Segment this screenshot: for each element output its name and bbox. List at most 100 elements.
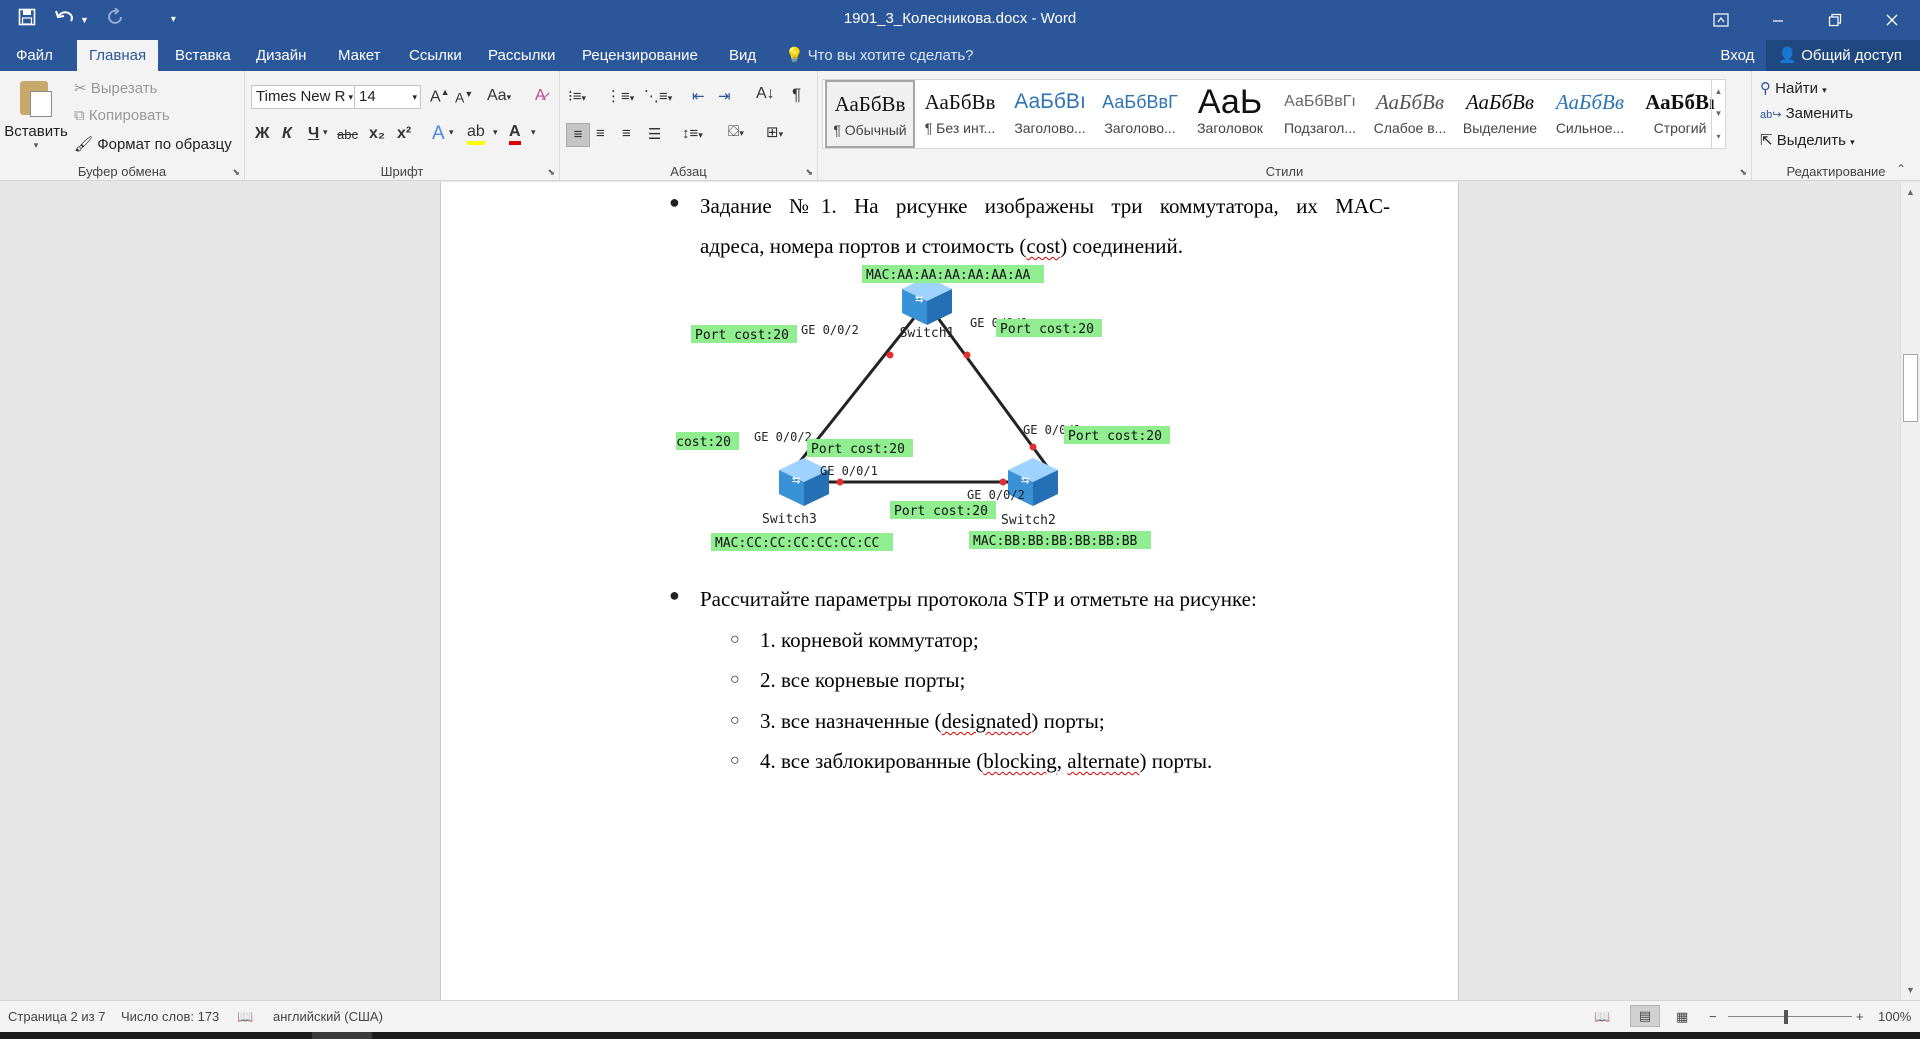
line-spacing-icon[interactable]: ↕≡▾	[682, 125, 703, 142]
tab-layout[interactable]: Макет	[326, 40, 392, 71]
share-button[interactable]: 👤 Общий доступ	[1766, 40, 1920, 71]
font-size-box[interactable]: 14 ▾	[354, 85, 421, 109]
svg-text:⇆: ⇆	[1021, 472, 1029, 488]
dialog-launcher-icon[interactable]: ⬊	[547, 167, 555, 178]
collapse-ribbon-icon[interactable]: ⌃	[1896, 162, 1906, 176]
more-icon[interactable]: ▾	[1716, 132, 1720, 141]
paste-button[interactable]: Вставить ▾	[4, 77, 68, 151]
scroll-down-icon[interactable]: ▼	[1901, 982, 1920, 998]
scroll-up-icon[interactable]: ▲	[1901, 184, 1920, 200]
zoom-level[interactable]: 100%	[1878, 1009, 1911, 1024]
dialog-launcher-icon[interactable]: ⬊	[1739, 167, 1747, 178]
chevron-down-icon[interactable]: ▾	[323, 127, 328, 138]
minimize-icon[interactable]	[1749, 0, 1806, 40]
decrease-indent-icon[interactable]: ⇤	[692, 87, 705, 105]
dialog-launcher-icon[interactable]: ⬊	[232, 167, 240, 178]
clear-formatting-icon[interactable]: A̷	[535, 87, 546, 105]
page-count[interactable]: Страница 2 из 7	[8, 1009, 105, 1024]
zoom-in-icon[interactable]: +	[1856, 1009, 1864, 1024]
ribbon-display-icon[interactable]	[1692, 0, 1749, 40]
align-left-icon[interactable]: ≡	[566, 123, 590, 147]
zoom-slider-track[interactable]	[1728, 1016, 1852, 1017]
word-count[interactable]: Число слов: 173	[121, 1009, 219, 1024]
align-center-icon[interactable]: ≡	[596, 125, 605, 142]
bold-button[interactable]: Ж	[255, 125, 269, 143]
cost-s2-left: Port cost:20	[894, 504, 988, 519]
grow-font-button[interactable]: A▲	[430, 87, 450, 106]
font-color-button[interactable]: A	[509, 123, 521, 145]
sign-in-link[interactable]: Вход	[1708, 47, 1766, 64]
zoom-out-icon[interactable]: −	[1709, 1009, 1717, 1024]
style-emphasis[interactable]: АаБбВв Выделение	[1455, 80, 1545, 148]
tab-mailings[interactable]: Рассылки	[476, 40, 567, 71]
style-heading1[interactable]: АаБбВı Заголово...	[1005, 80, 1095, 148]
tab-home[interactable]: Главная	[77, 40, 159, 71]
superscript-button[interactable]: x²	[397, 125, 411, 143]
sort-icon[interactable]: A↓	[756, 85, 775, 103]
align-right-icon[interactable]: ≡	[622, 125, 631, 142]
highlight-icon[interactable]: ab	[467, 123, 485, 145]
chevron-down-icon[interactable]: ▾	[493, 127, 498, 138]
proofing-icon[interactable]: 📖	[237, 1009, 253, 1025]
style-title[interactable]: АаЬ Заголовок	[1185, 80, 1275, 148]
dialog-launcher-icon[interactable]: ⬊	[805, 167, 813, 178]
chevron-down-icon[interactable]: ▼	[1715, 109, 1723, 118]
tab-file[interactable]: Файл	[4, 40, 65, 71]
window-title: 1901_3_Колесникова.docx - Word	[843, 10, 1077, 27]
styles-gallery: АаБбВв ¶ Обычный АаБбВв ¶ Без инт... АаБбВ…	[822, 79, 1726, 149]
tab-design[interactable]: Дизайн	[244, 40, 318, 71]
chevron-down-icon: ▾	[33, 140, 39, 150]
tab-review[interactable]: Рецензирование	[570, 40, 710, 71]
document-page[interactable]: ● Задание №1. На рисунке изображены три …	[440, 182, 1459, 1000]
chevron-down-icon[interactable]: ▾	[449, 127, 454, 138]
text-effects-button[interactable]: A	[432, 123, 445, 145]
switch3-mac: MAC:CC:CC:CC:CC:CC:CC	[715, 536, 879, 551]
print-layout-icon[interactable]: ▤	[1630, 1005, 1660, 1027]
bullets-icon[interactable]: ⁝≡▾	[568, 87, 586, 105]
increase-indent-icon[interactable]: ⇥	[718, 87, 731, 105]
styles-group-label: Стили	[1265, 164, 1304, 179]
select-button[interactable]: ⇱ Выделить ▾	[1760, 131, 1855, 149]
numbering-icon[interactable]: ⋮≡▾	[606, 87, 634, 105]
shading-icon[interactable]: ⛋▾	[728, 123, 744, 140]
taskbar-item[interactable]	[312, 1032, 372, 1039]
chevron-up-icon[interactable]: ▲	[1715, 87, 1723, 96]
style-heading2[interactable]: АаБбВвГ Заголово...	[1095, 80, 1185, 148]
borders-icon[interactable]: ⊞▾	[766, 123, 783, 141]
copy-button[interactable]: ⧉ Копировать	[74, 107, 170, 124]
tab-insert[interactable]: Вставка	[163, 40, 243, 71]
show-formatting-icon[interactable]: ¶	[792, 85, 801, 105]
chevron-down-icon[interactable]: ▾	[531, 127, 536, 138]
cut-button[interactable]: ✂ Вырезать	[74, 79, 157, 97]
gallery-scrollbar[interactable]: ▲ ▼ ▾	[1711, 80, 1725, 148]
style-subtitle[interactable]: АаБбВвГı Подзагол...	[1275, 80, 1365, 148]
language-indicator[interactable]: английский (США)	[273, 1009, 383, 1024]
strikethrough-button[interactable]: abc	[337, 127, 358, 142]
replace-button[interactable]: ab↪ Заменить	[1760, 105, 1853, 122]
style-intense-emphasis[interactable]: АаБбВв Сильное...	[1545, 80, 1635, 148]
restore-icon[interactable]	[1806, 0, 1863, 40]
shrink-font-button[interactable]: A▼	[455, 89, 473, 106]
scroll-thumb[interactable]	[1903, 354, 1918, 422]
style-normal[interactable]: АаБбВв ¶ Обычный	[825, 80, 915, 148]
tell-me-box[interactable]: 💡 Что вы хотите сделать?	[785, 40, 974, 71]
find-button[interactable]: ⚲ Найти ▾	[1760, 79, 1827, 97]
zoom-slider-thumb[interactable]	[1784, 1010, 1788, 1024]
read-mode-icon[interactable]: 📖	[1594, 1009, 1610, 1025]
underline-button[interactable]: Ч	[308, 125, 319, 143]
change-case-button[interactable]: Aa▾	[487, 87, 511, 105]
vertical-scrollbar[interactable]: ▲ ▼	[1900, 182, 1920, 1000]
font-name-box[interactable]: Times New R ▾	[251, 85, 357, 109]
close-icon[interactable]	[1863, 0, 1920, 40]
tab-references[interactable]: Ссылки	[397, 40, 474, 71]
multilevel-list-icon[interactable]: ⋱≡▾	[644, 87, 672, 105]
web-layout-icon[interactable]: ▦	[1676, 1009, 1688, 1025]
justify-icon[interactable]: ☰	[648, 125, 661, 143]
format-painter-button[interactable]: 🖌 Формат по образцу	[74, 135, 232, 153]
style-no-spacing[interactable]: АаБбВв ¶ Без инт...	[915, 80, 1005, 148]
tab-view[interactable]: Вид	[717, 40, 768, 71]
subscript-button[interactable]: x₂	[369, 125, 385, 143]
italic-button[interactable]: К	[282, 125, 292, 143]
style-subtle-emphasis[interactable]: АаБбВв Слабое в...	[1365, 80, 1455, 148]
cursor-icon: ⇱	[1760, 132, 1773, 149]
